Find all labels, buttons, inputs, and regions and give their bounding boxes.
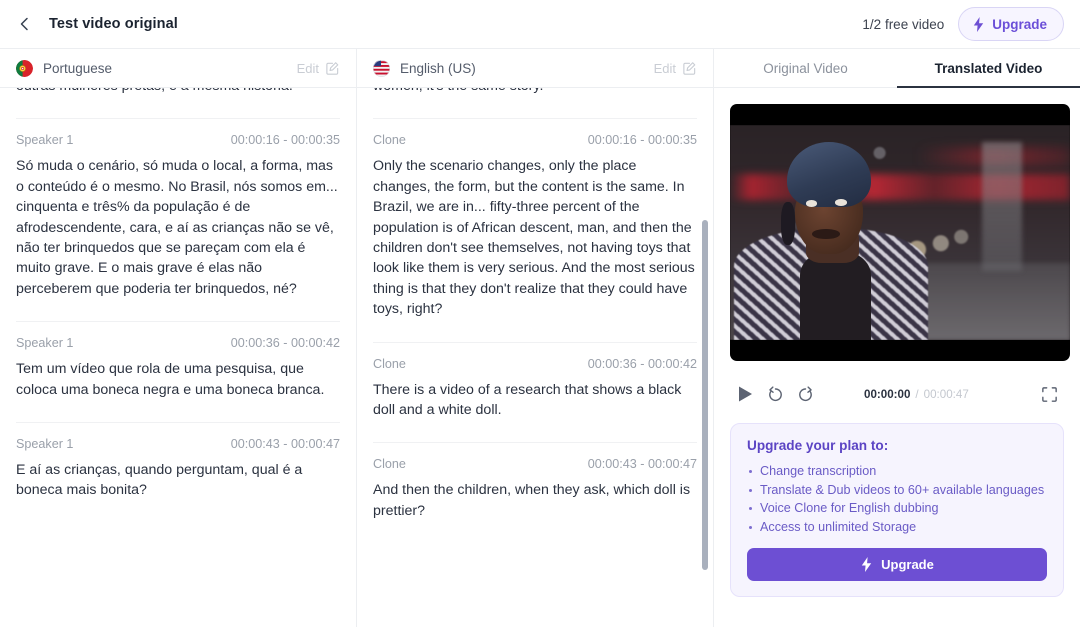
forward-button[interactable] <box>792 381 818 407</box>
fullscreen-button[interactable] <box>1036 381 1062 407</box>
player-area: 00:00:00 / 00:00:47 <box>714 88 1080 417</box>
upgrade-benefit-item: Voice Clone for English dubbing <box>747 499 1047 518</box>
bolt-icon <box>974 16 984 32</box>
segment-text: Only the scenario changes, only the plac… <box>373 158 695 318</box>
transcript-column-english: women, it's the same story. Clone 00:00:… <box>356 88 713 627</box>
upgrade-button-card[interactable]: Upgrade <box>747 548 1047 582</box>
transcript-segment[interactable]: Clone 00:00:16 - 00:00:35 Only the scena… <box>373 119 697 343</box>
segment-timecode: 00:00:36 - 00:00:42 <box>230 336 340 351</box>
segment-text: outras mulheres pretas, é a mesma histór… <box>16 88 340 96</box>
play-icon <box>739 386 752 402</box>
segment-text: There is a video of a research that show… <box>373 381 682 419</box>
upgrade-benefit-item: Translate & Dub videos to 60+ available … <box>747 481 1047 500</box>
segment-speaker: Clone <box>373 356 406 371</box>
segment-timecode: 00:00:36 - 00:00:42 <box>587 356 697 371</box>
segment-text: And then the children, when they ask, wh… <box>373 482 691 519</box>
pencil-square-icon <box>683 61 696 75</box>
segment-text: Só muda o cenário, só muda o local, a fo… <box>16 158 338 297</box>
segment-meta: Clone 00:00:43 - 00:00:47 <box>373 457 697 471</box>
segment-meta: Speaker 1 00:00:16 - 00:00:35 <box>16 133 340 147</box>
segment-timecode: 00:00:16 - 00:00:35 <box>230 133 340 148</box>
upgrade-button-header[interactable]: Upgrade <box>958 7 1064 41</box>
language-header-english: English (US) Edit <box>356 49 713 87</box>
page-title: Test video original <box>49 16 178 32</box>
tab-translated-video-label: Translated Video <box>934 60 1043 76</box>
pencil-square-icon <box>326 61 339 75</box>
segment-meta: Speaker 1 00:00:43 - 00:00:47 <box>16 437 340 451</box>
language-name-english: English (US) <box>400 60 476 76</box>
video-preview[interactable] <box>730 104 1070 361</box>
segment-meta: Clone 00:00:36 - 00:00:42 <box>373 357 697 371</box>
current-time: 00:00:00 <box>864 387 911 401</box>
language-header-portuguese: Portuguese Edit <box>0 49 356 87</box>
usa-flag-icon <box>373 59 390 77</box>
transcript-scrollbar[interactable] <box>699 88 711 627</box>
edit-button-portuguese[interactable]: Edit <box>297 61 340 76</box>
edit-button-portuguese-label: Edit <box>296 60 319 76</box>
upgrade-button-card-label: Upgrade <box>881 557 934 573</box>
transcript-segment[interactable]: Clone 00:00:43 - 00:00:47 And then the c… <box>373 443 697 543</box>
upgrade-card-benefits: Change transcription Translate & Dub vid… <box>747 462 1047 536</box>
video-still-image <box>730 125 1070 340</box>
forward-10-icon <box>798 385 812 401</box>
video-panel: Original Video Translated Video 00:00:00… <box>714 49 1080 627</box>
play-button[interactable] <box>732 381 758 407</box>
transcript-segment[interactable]: Clone 00:00:36 - 00:00:42 There is a vid… <box>373 343 697 444</box>
segment-speaker: Speaker 1 <box>16 336 74 351</box>
free-video-counter: 1/2 free video <box>862 16 945 32</box>
edit-button-english[interactable]: Edit <box>654 61 697 76</box>
body: Portuguese Edit English (US) Edit Speake… <box>0 49 1080 627</box>
transcript-segment[interactable]: women, it's the same story. <box>373 88 697 120</box>
fullscreen-icon <box>1041 386 1057 402</box>
top-bar: Test video original 1/2 free video Upgra… <box>0 0 1080 49</box>
upgrade-card: Upgrade your plan to: Change transcripti… <box>730 423 1064 598</box>
segment-timecode: 00:00:43 - 00:00:47 <box>230 437 340 452</box>
tab-original-video[interactable]: Original Video <box>714 49 897 87</box>
segment-text: E aí as crianças, quando perguntam, qual… <box>16 462 303 499</box>
segment-speaker: Speaker 1 <box>16 133 74 148</box>
tab-original-video-label: Original Video <box>763 60 848 76</box>
transcript-columns: outras mulheres pretas, é a mesma histór… <box>0 88 713 627</box>
top-bar-right: 1/2 free video Upgrade <box>862 7 1064 41</box>
transcript-column-portuguese: outras mulheres pretas, é a mesma histór… <box>0 88 356 627</box>
transcript-panel: Portuguese Edit English (US) Edit Speake… <box>0 49 714 627</box>
app-root: Test video original 1/2 free video Upgra… <box>0 0 1080 627</box>
segment-speaker: Speaker 1 <box>16 437 74 452</box>
bolt-icon <box>861 557 872 573</box>
rewind-10-icon <box>768 385 782 401</box>
language-header-row: Portuguese Edit English (US) Edit <box>0 49 713 88</box>
transcript-scrollbar-thumb[interactable] <box>702 220 708 570</box>
segment-meta: Speaker 1 00:00:36 - 00:00:42 <box>16 336 340 350</box>
transcript-segment[interactable]: Speaker 1 00:00:16 - 00:00:35 Só muda o … <box>16 119 340 323</box>
upgrade-benefit-item: Change transcription <box>747 462 1047 481</box>
language-name-portuguese: Portuguese <box>43 60 113 76</box>
segment-text: women, it's the same story. <box>373 88 697 96</box>
segment-timecode: 00:00:16 - 00:00:35 <box>587 133 697 148</box>
transcript-segment[interactable]: outras mulheres pretas, é a mesma histór… <box>16 88 340 120</box>
time-separator: / <box>915 387 919 401</box>
segment-speaker: Clone <box>373 133 406 148</box>
video-tabs: Original Video Translated Video <box>714 49 1080 88</box>
tab-translated-video[interactable]: Translated Video <box>897 49 1080 88</box>
total-time: 00:00:47 <box>923 387 969 401</box>
transcript-segment[interactable]: Speaker 1 00:00:36 - 00:00:42 Tem um víd… <box>16 322 340 424</box>
segment-timecode: 00:00:43 - 00:00:47 <box>587 457 697 472</box>
segment-meta: Clone 00:00:16 - 00:00:35 <box>373 133 697 147</box>
edit-button-english-label: Edit <box>653 60 676 76</box>
segment-text: Tem um vídeo que rola de uma pesquisa, q… <box>16 361 325 398</box>
time-display: 00:00:00 / 00:00:47 <box>864 388 969 401</box>
upgrade-button-header-label: Upgrade <box>992 16 1047 32</box>
segment-speaker: Clone <box>373 457 406 472</box>
upgrade-benefit-item: Access to unlimited Storage <box>747 518 1047 537</box>
chevron-left-icon <box>20 17 28 31</box>
upgrade-card-title: Upgrade your plan to: <box>747 438 889 453</box>
portugal-flag-icon <box>16 59 33 77</box>
rewind-button[interactable] <box>762 381 788 407</box>
player-controls: 00:00:00 / 00:00:47 <box>730 371 1064 417</box>
transcript-segment[interactable]: Speaker 1 00:00:43 - 00:00:47 E aí as cr… <box>16 423 340 523</box>
back-button[interactable] <box>12 11 38 37</box>
